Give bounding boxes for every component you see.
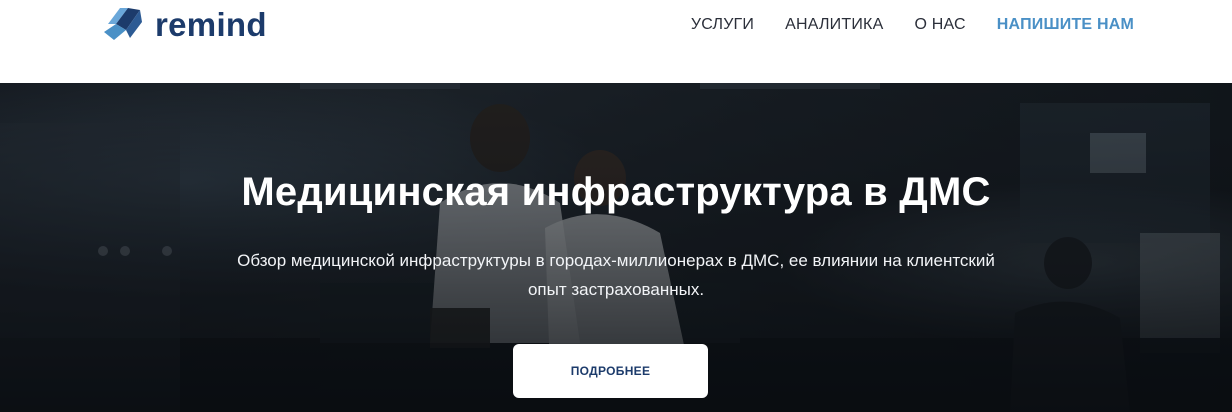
more-button[interactable]: ПОДРОБНЕЕ bbox=[513, 344, 708, 398]
nav-item-analytics[interactable]: АНАЛИТИКА bbox=[785, 14, 883, 36]
hero-section: Медицинская инфраструктура в ДМС Обзор м… bbox=[0, 83, 1232, 412]
nav-item-about[interactable]: О НАС bbox=[914, 14, 965, 36]
logo-link[interactable]: remind bbox=[100, 2, 267, 46]
nav-item-services[interactable]: УСЛУГИ bbox=[691, 14, 754, 36]
remind-logo-icon bbox=[104, 8, 142, 40]
nav-item-contact[interactable]: НАПИШИТЕ НАМ bbox=[997, 14, 1134, 36]
hero-title: Медицинская инфраструктура в ДМС bbox=[241, 170, 991, 214]
main-nav: УСЛУГИ АНАЛИТИКА О НАС НАПИШИТЕ НАМ bbox=[691, 14, 1134, 36]
logo-text: remind bbox=[155, 5, 267, 43]
hero-subtitle: Обзор медицинской инфраструктуры в город… bbox=[237, 251, 995, 299]
site-header: remind УСЛУГИ АНАЛИТИКА О НАС НАПИШИТЕ Н… bbox=[0, 0, 1232, 83]
